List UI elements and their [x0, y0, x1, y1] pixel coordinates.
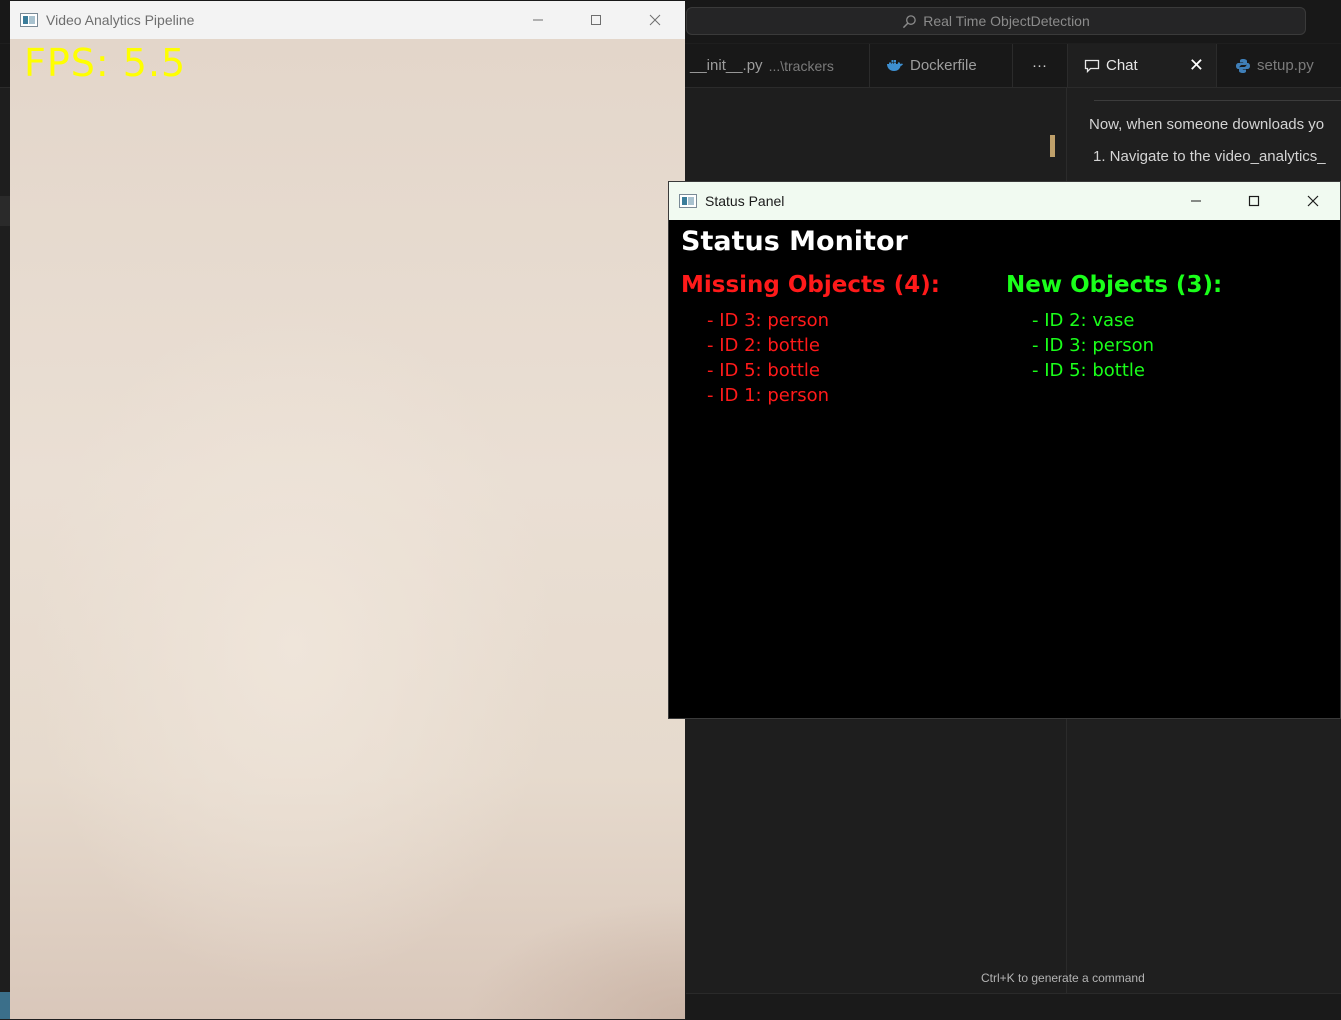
maximize-button[interactable] [1225, 182, 1283, 220]
new-objects-list: - ID 2: vase - ID 3: person - ID 5: bott… [1032, 308, 1154, 383]
maximize-icon [1248, 195, 1260, 207]
list-item: - ID 2: bottle [707, 335, 820, 356]
list-item: - ID 1: person [707, 385, 830, 406]
minimize-button[interactable] [509, 1, 567, 39]
background-window-edge [0, 992, 10, 1019]
list-item: - ID 3: person [1032, 335, 1155, 356]
command-hint: Ctrl+K to generate a command [981, 971, 1145, 985]
command-search-bar[interactable]: Real Time ObjectDetection [686, 7, 1306, 35]
more-tabs-button[interactable]: ··· [1013, 44, 1066, 87]
app-icon [20, 13, 38, 27]
close-icon [649, 14, 661, 26]
search-text: Real Time ObjectDetection [923, 13, 1090, 29]
chat-message-line: 1. Navigate to the video_analytics_ [1093, 148, 1326, 165]
status-heading: Status Monitor [681, 226, 908, 257]
tab-label: Dockerfile [910, 57, 977, 74]
fps-counter: FPS: 5.5 [24, 41, 187, 85]
list-item: - ID 3: person [707, 310, 830, 331]
ellipsis-icon: ··· [1032, 57, 1047, 74]
status-panel-window[interactable]: Status Panel Status Monitor Missing Obje… [668, 181, 1341, 719]
search-icon [903, 14, 917, 28]
chat-input-area[interactable] [686, 993, 1341, 1020]
video-analytics-window[interactable]: Video Analytics Pipeline FPS: 5.5 [10, 1, 685, 1019]
text-cursor [1050, 135, 1055, 157]
minimize-button[interactable] [1167, 182, 1225, 220]
tab-path: ...\trackers [768, 57, 834, 74]
close-icon[interactable]: ✕ [1189, 55, 1204, 76]
tab-label: setup.py [1257, 57, 1314, 74]
minimize-icon [1191, 200, 1201, 202]
chat-icon [1084, 59, 1100, 73]
list-item: - ID 5: bottle [1032, 360, 1145, 381]
window-title: Status Panel [705, 193, 785, 209]
python-icon [1236, 58, 1250, 73]
tab-label: Chat [1106, 57, 1138, 74]
close-button[interactable] [626, 1, 684, 39]
video-frame: FPS: 5.5 [10, 39, 685, 1019]
tab-init-py[interactable]: __init__.py ...\trackers [686, 44, 870, 87]
tab-chat[interactable]: Chat ✕ [1067, 44, 1217, 87]
missing-objects-heading: Missing Objects (4): [681, 272, 940, 298]
app-icon [679, 194, 697, 208]
window-title: Video Analytics Pipeline [46, 12, 195, 28]
window-titlebar[interactable]: Status Panel [669, 182, 1340, 221]
new-objects-heading: New Objects (3): [1006, 272, 1223, 298]
chat-message-line: Now, when someone downloads yo [1089, 116, 1325, 133]
tab-setup-py[interactable]: setup.py [1217, 44, 1341, 87]
window-titlebar[interactable]: Video Analytics Pipeline [10, 1, 685, 39]
close-button[interactable] [1284, 182, 1341, 220]
tab-dockerfile[interactable]: Dockerfile [870, 44, 1013, 87]
list-item: - ID 2: vase [1032, 310, 1135, 331]
minimize-icon [533, 19, 543, 21]
docker-icon [887, 59, 903, 71]
missing-objects-list: - ID 3: person - ID 2: bottle - ID 5: bo… [707, 308, 829, 408]
maximize-icon [591, 15, 601, 25]
close-icon [1307, 195, 1319, 207]
list-item: - ID 5: bottle [707, 360, 820, 381]
tab-label: __init__.py [690, 57, 763, 74]
background-window-edge [0, 196, 10, 226]
maximize-button[interactable] [567, 1, 625, 39]
divider [1094, 100, 1341, 101]
status-canvas: Status Monitor Missing Objects (4): New … [669, 220, 1340, 718]
